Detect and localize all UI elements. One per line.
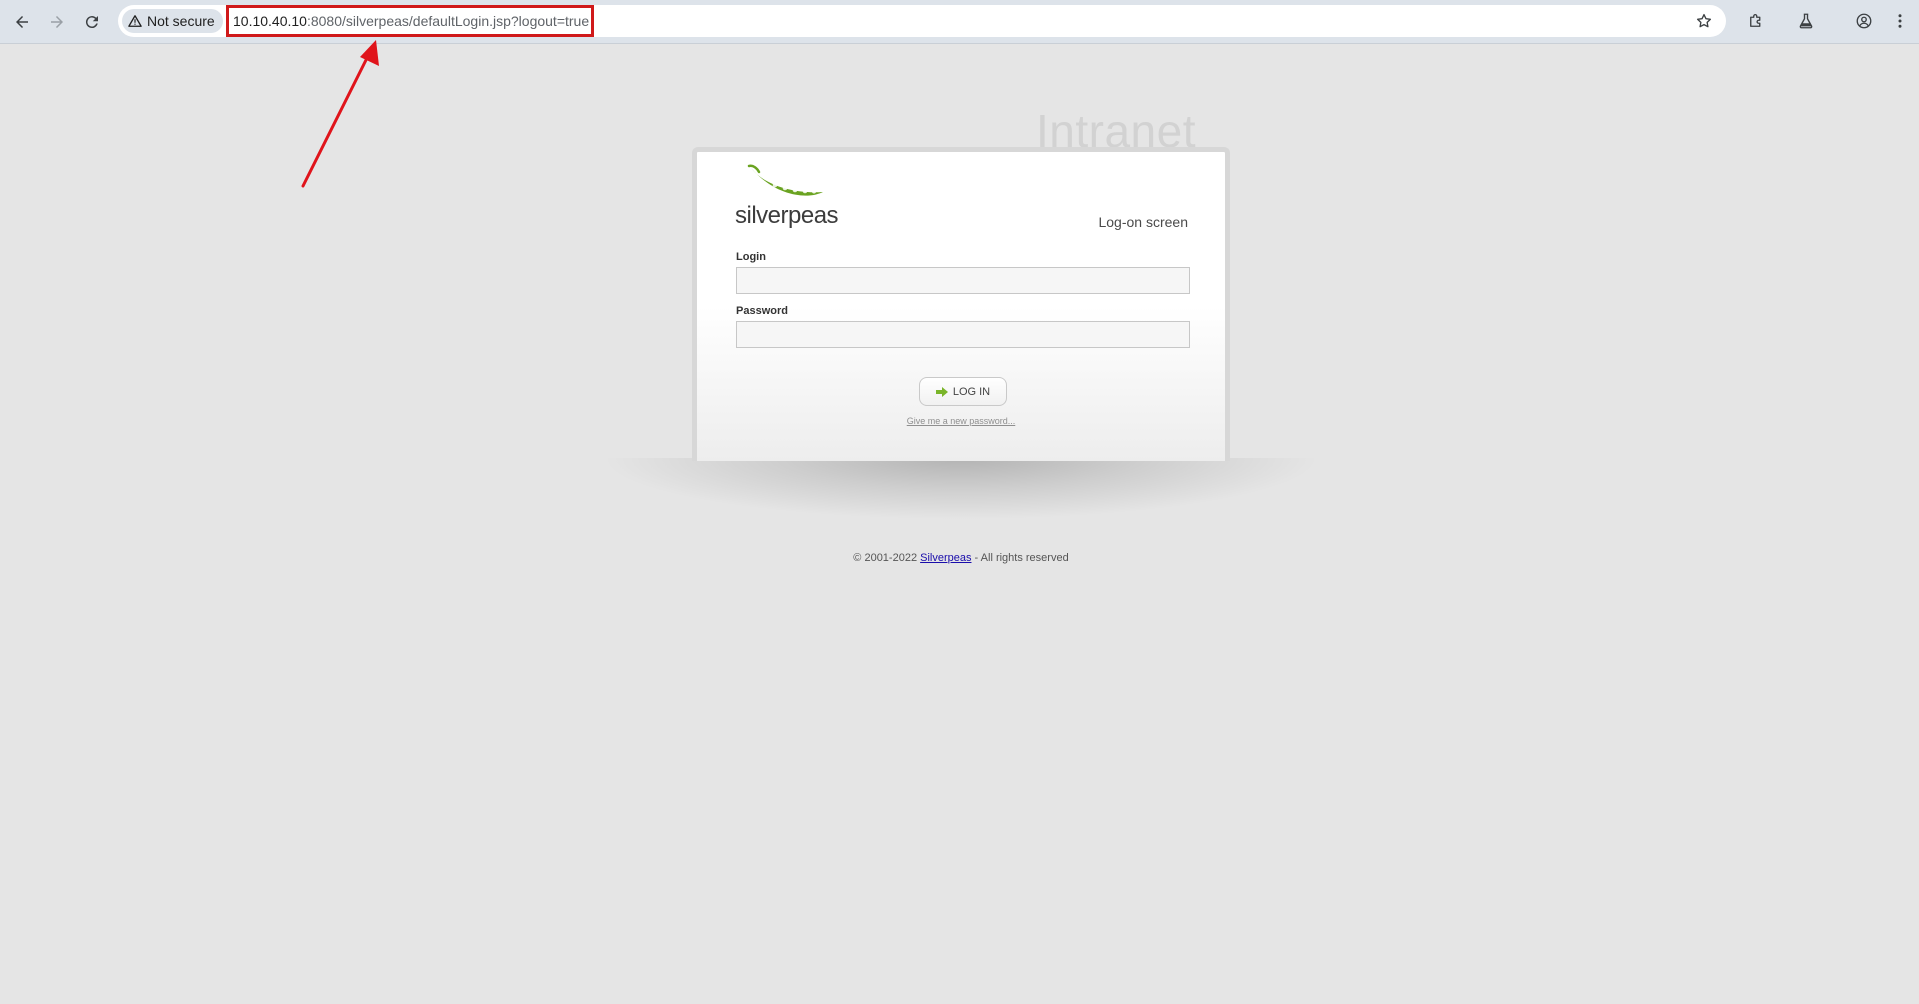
reload-button[interactable] <box>78 8 106 36</box>
login-arrow-icon <box>935 386 948 397</box>
security-indicator[interactable]: Not secure <box>122 9 223 33</box>
back-icon <box>16 16 28 28</box>
login-button[interactable]: LOG IN <box>919 377 1007 406</box>
star-icon <box>1696 13 1712 28</box>
footer: © 2001-2022 Silverpeas - All rights rese… <box>700 552 1222 564</box>
annotation-arrow <box>301 40 379 188</box>
login-card: silverpeas Log-on screen Login Password … <box>692 147 1230 461</box>
forward-icon <box>51 16 63 28</box>
reload-icon <box>85 16 98 29</box>
footer-rights: - All rights reserved <box>974 552 1069 564</box>
back-button[interactable] <box>8 8 36 36</box>
footer-copyright: © 2001-2022 <box>853 552 918 564</box>
forgot-password-link[interactable]: Give me a new password... <box>697 416 1225 426</box>
menu-icon <box>1898 14 1902 28</box>
extensions-icon <box>1750 14 1761 27</box>
extensions-button[interactable] <box>1744 9 1768 33</box>
logo-text: silverpeas <box>735 202 839 229</box>
pea-pod-icon <box>747 164 823 196</box>
silverpeas-logo: silverpeas <box>735 164 843 230</box>
url-text[interactable]: 10.10.40.10:8080/silverpeas/defaultLogin… <box>226 5 594 37</box>
password-input[interactable] <box>736 321 1190 348</box>
url-host: 10.10.40.10 <box>233 13 307 29</box>
bookmark-star-button[interactable] <box>1692 9 1716 33</box>
security-label: Not secure <box>147 13 215 29</box>
profile-button[interactable] <box>1852 9 1876 33</box>
browser-menu-button[interactable] <box>1888 9 1912 33</box>
password-label: Password <box>736 305 788 317</box>
address-bar[interactable]: Not secure 10.10.40.10:8080/silverpeas/d… <box>118 5 1726 37</box>
footer-silverpeas-link[interactable]: Silverpeas <box>920 552 971 564</box>
url-path: :8080/silverpeas/defaultLogin.jsp?logout… <box>306 13 590 29</box>
labs-icon <box>1799 13 1813 29</box>
card-shadow <box>600 458 1322 520</box>
browser-toolbar: Not secure 10.10.40.10:8080/silverpeas/d… <box>0 0 1919 44</box>
profile-icon <box>1856 13 1872 29</box>
screen-title: Log-on screen <box>1098 214 1188 230</box>
forward-button[interactable] <box>43 8 71 36</box>
warning-icon <box>128 15 142 27</box>
login-button-label: LOG IN <box>952 385 991 398</box>
login-label: Login <box>736 251 766 263</box>
login-input[interactable] <box>736 267 1190 294</box>
labs-button[interactable] <box>1794 9 1818 33</box>
